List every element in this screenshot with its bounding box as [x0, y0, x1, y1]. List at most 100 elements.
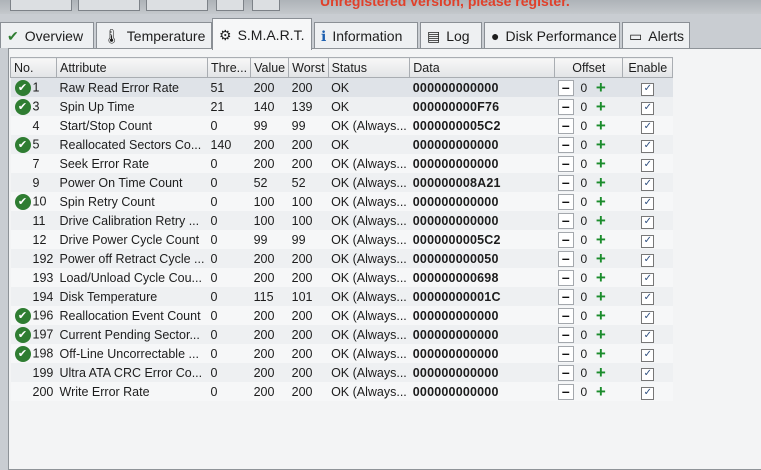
table-row[interactable]: ✔ 196 Reallocation Event Count 0 200 200 OK (A… [10, 306, 673, 325]
offset-decrease-button[interactable]: – [557, 117, 574, 134]
offset-increase-button[interactable]: + [594, 136, 608, 153]
offset-value[interactable]: 0 [577, 252, 591, 266]
offset-value[interactable]: 0 [577, 100, 591, 114]
offset-decrease-button[interactable]: – [557, 79, 574, 96]
tab-temperature[interactable]: 🌡 Temperature [96, 22, 212, 48]
table-row[interactable]: 193 Load/Unload Cycle Cou... 0 200 200 OK (Al… [10, 268, 673, 287]
offset-value[interactable]: 0 [577, 366, 591, 380]
offset-increase-button[interactable]: + [594, 155, 608, 172]
enable-checkbox[interactable]: ✓ [641, 386, 655, 400]
enable-checkbox[interactable]: ✓ [641, 82, 655, 96]
offset-value[interactable]: 0 [577, 138, 591, 152]
offset-decrease-button[interactable]: – [557, 307, 574, 324]
enable-checkbox[interactable]: ✓ [641, 329, 655, 343]
col-header-attribute[interactable]: Attribute [56, 57, 208, 78]
offset-decrease-button[interactable]: – [557, 269, 574, 286]
col-header-offset[interactable]: Offset [554, 57, 624, 78]
offset-increase-button[interactable]: + [594, 193, 608, 210]
offset-value[interactable]: 0 [577, 195, 591, 209]
tab-log[interactable]: ▤ Log [420, 22, 482, 48]
col-header-worst[interactable]: Worst [288, 57, 329, 78]
tab-s-m-a-r-t[interactable]: ⚙ S.M.A.R.T. [212, 18, 312, 50]
offset-value[interactable]: 0 [577, 214, 591, 228]
offset-value[interactable]: 0 [577, 81, 591, 95]
offset-decrease-button[interactable]: – [557, 136, 574, 153]
col-header-data[interactable]: Data [409, 57, 556, 78]
table-row[interactable]: 192 Power off Retract Cycle ... 0 200 200 OK … [10, 249, 673, 268]
table-row[interactable]: ✔ 3 Spin Up Time 21 140 139 OK 000000000F76–0 + ✓ [10, 97, 673, 116]
offset-increase-button[interactable]: + [594, 307, 608, 324]
table-row[interactable]: 4 Start/Stop Count 0 99 99 OK (Always... 00000… [10, 116, 673, 135]
offset-value[interactable]: 0 [577, 119, 591, 133]
enable-checkbox[interactable]: ✓ [641, 120, 655, 134]
table-row[interactable]: 12 Drive Power Cycle Count 0 99 99 OK (Always… [10, 230, 673, 249]
offset-increase-button[interactable]: + [594, 364, 608, 381]
enable-checkbox[interactable]: ✓ [641, 367, 655, 381]
offset-increase-button[interactable]: + [594, 326, 608, 343]
offset-value[interactable]: 0 [577, 271, 591, 285]
offset-value[interactable]: 0 [577, 347, 591, 361]
offset-value[interactable]: 0 [577, 157, 591, 171]
table-row[interactable]: 194 Disk Temperature 0 115 101 OK (Always... 0… [10, 287, 673, 306]
table-row[interactable]: 9 Power On Time Count 0 52 52 OK (Always... 00… [10, 173, 673, 192]
offset-decrease-button[interactable]: – [557, 193, 574, 210]
offset-decrease-button[interactable]: – [557, 383, 574, 400]
table-row[interactable]: ✔ 197 Current Pending Sector... 0 200 200 OK (… [10, 325, 673, 344]
enable-checkbox[interactable]: ✓ [641, 234, 655, 248]
offset-value[interactable]: 0 [577, 385, 591, 399]
offset-increase-button[interactable]: + [594, 269, 608, 286]
enable-checkbox[interactable]: ✓ [641, 291, 655, 305]
offset-increase-button[interactable]: + [594, 212, 608, 229]
col-header-enable[interactable]: Enable [622, 57, 674, 78]
col-header-no[interactable]: No. [10, 57, 57, 78]
offset-decrease-button[interactable]: – [557, 174, 574, 191]
offset-increase-button[interactable]: + [594, 231, 608, 248]
enable-checkbox[interactable]: ✓ [641, 139, 655, 153]
table-row[interactable]: ✔ 198 Off-Line Uncorrectable ... 0 200 200 OK … [10, 344, 673, 363]
toolbar-button[interactable] [216, 0, 244, 11]
table-row[interactable]: ✔ 10 Spin Retry Count 0 100 100 OK (Always... 0… [10, 192, 673, 211]
table-row[interactable]: ✔ 5 Reallocated Sectors Co... 140 200 200 OK 00… [10, 135, 673, 154]
enable-checkbox[interactable]: ✓ [641, 196, 655, 210]
offset-increase-button[interactable]: + [594, 117, 608, 134]
enable-checkbox[interactable]: ✓ [641, 272, 655, 286]
offset-increase-button[interactable]: + [594, 98, 608, 115]
table-row[interactable]: 7 Seek Error Rate 0 200 200 OK (Always... 0000… [10, 154, 673, 173]
offset-decrease-button[interactable]: – [557, 231, 574, 248]
toolbar-button[interactable] [78, 0, 140, 11]
enable-checkbox[interactable]: ✓ [641, 310, 655, 324]
tab-disk-performance[interactable]: ● Disk Performance [484, 22, 620, 48]
offset-value[interactable]: 0 [577, 233, 591, 247]
enable-checkbox[interactable]: ✓ [641, 101, 655, 115]
offset-decrease-button[interactable]: – [557, 98, 574, 115]
offset-decrease-button[interactable]: – [557, 288, 574, 305]
offset-increase-button[interactable]: + [594, 345, 608, 362]
col-header-threshold[interactable]: Thre... [206, 57, 252, 78]
toolbar-button[interactable] [146, 0, 208, 11]
offset-increase-button[interactable]: + [594, 288, 608, 305]
offset-decrease-button[interactable]: – [557, 364, 574, 381]
offset-value[interactable]: 0 [577, 309, 591, 323]
enable-checkbox[interactable]: ✓ [641, 158, 655, 172]
tab-information[interactable]: ℹ Information [314, 22, 418, 48]
enable-checkbox[interactable]: ✓ [641, 215, 655, 229]
tab-overview[interactable]: ✔ Overview [0, 22, 94, 48]
offset-decrease-button[interactable]: – [557, 326, 574, 343]
table-row[interactable]: ✔ 1 Raw Read Error Rate 51 200 200 OK 000000000… [10, 77, 673, 97]
offset-increase-button[interactable]: + [594, 174, 608, 191]
offset-value[interactable]: 0 [577, 290, 591, 304]
unregistered-banner[interactable]: Unregistered version, please register. [320, 0, 570, 9]
col-header-status[interactable]: Status [327, 57, 411, 78]
offset-value[interactable]: 0 [577, 176, 591, 190]
offset-increase-button[interactable]: + [594, 79, 608, 96]
offset-value[interactable]: 0 [577, 328, 591, 342]
offset-decrease-button[interactable]: – [557, 212, 574, 229]
table-row[interactable]: 200 Write Error Rate 0 200 200 OK (Always... 0… [10, 382, 673, 401]
offset-increase-button[interactable]: + [594, 250, 608, 267]
toolbar-button[interactable] [252, 0, 280, 11]
toolbar-button[interactable] [10, 0, 72, 11]
enable-checkbox[interactable]: ✓ [641, 253, 655, 267]
enable-checkbox[interactable]: ✓ [641, 177, 655, 191]
table-row[interactable]: 11 Drive Calibration Retry ... 0 100 100 OK (… [10, 211, 673, 230]
table-row[interactable]: 199 Ultra ATA CRC Error Co... 0 200 200 OK (A… [10, 363, 673, 382]
